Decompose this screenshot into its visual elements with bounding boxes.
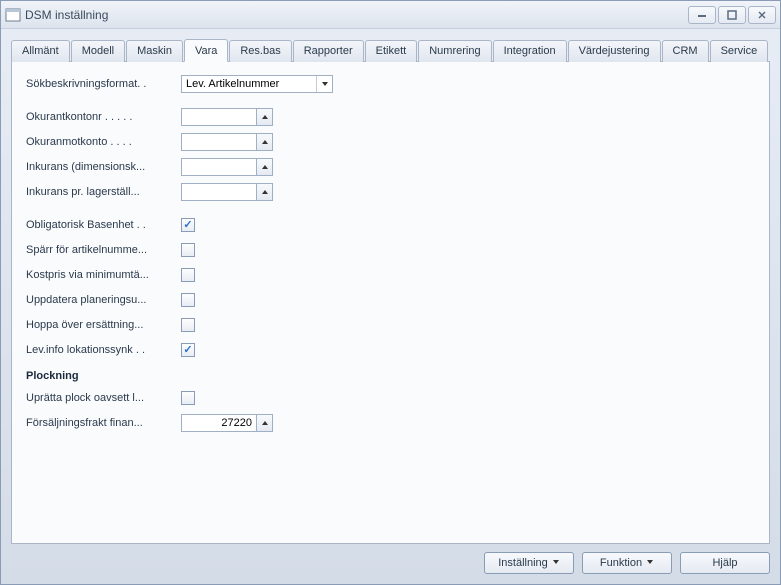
checkbox-kostpris-minimum[interactable]	[181, 268, 195, 282]
lookup-button[interactable]	[257, 133, 273, 151]
lookup-inkurans-dim	[181, 158, 273, 176]
funktion-label: Funktion	[600, 557, 642, 569]
checkbox-hoppa-ersattning[interactable]	[181, 318, 195, 332]
tab-rapporter[interactable]: Rapporter	[293, 40, 364, 62]
app-window: DSM inställning Allmänt Modell Maskin Va…	[0, 0, 781, 585]
checkbox-sparr-artikelnummer[interactable]	[181, 243, 195, 257]
close-button[interactable]	[748, 6, 776, 24]
combo-sokbeskrivning-value: Lev. Artikelnummer	[182, 78, 316, 90]
label-levinfo-lokation: Lev.info lokationssynk . .	[26, 344, 181, 356]
tab-crm[interactable]: CRM	[662, 40, 709, 62]
label-upratta-plock: Uprätta plock oavsett l...	[26, 392, 181, 404]
installing-button[interactable]: Inställning	[484, 552, 574, 574]
input-inkurans-lager[interactable]	[181, 183, 257, 201]
tab-resbas[interactable]: Res.bas	[229, 40, 291, 62]
app-icon	[5, 7, 21, 23]
chevron-down-icon	[552, 557, 560, 569]
tab-service[interactable]: Service	[710, 40, 769, 62]
tab-etikett[interactable]: Etikett	[365, 40, 418, 62]
checkbox-upratta-plock[interactable]	[181, 391, 195, 405]
label-okuranmotkonto: Okuranmotkonto . . . .	[26, 136, 181, 148]
section-plockning: Plockning	[26, 370, 755, 382]
combo-sokbeskrivning[interactable]: Lev. Artikelnummer	[181, 75, 333, 93]
maximize-button[interactable]	[718, 6, 746, 24]
chevron-down-icon	[646, 557, 654, 569]
tab-numrering[interactable]: Numrering	[418, 40, 491, 62]
tab-integration[interactable]: Integration	[493, 40, 567, 62]
lookup-button[interactable]	[257, 158, 273, 176]
tab-maskin[interactable]: Maskin	[126, 40, 183, 62]
lookup-button[interactable]	[257, 414, 273, 432]
hjalp-button[interactable]: Hjälp	[680, 552, 770, 574]
label-sparr-artikelnummer: Spärr för artikelnumme...	[26, 244, 181, 256]
content-area: Allmänt Modell Maskin Vara Res.bas Rappo…	[1, 29, 780, 584]
label-uppdatera-planering: Uppdatera planeringsu...	[26, 294, 181, 306]
minimize-button[interactable]	[688, 6, 716, 24]
label-hoppa-ersattning: Hoppa över ersättning...	[26, 319, 181, 331]
label-sokbeskrivning: Sökbeskrivningsformat. .	[26, 78, 181, 90]
tab-vara[interactable]: Vara	[184, 39, 228, 62]
label-forsaljningsfrakt: Försäljningsfrakt finan...	[26, 417, 181, 429]
tab-allmant[interactable]: Allmänt	[11, 40, 70, 62]
label-okurantkontonr: Okurantkontonr . . . . .	[26, 111, 181, 123]
lookup-button[interactable]	[257, 108, 273, 126]
lookup-okurantkontonr	[181, 108, 273, 126]
label-inkurans-lager: Inkurans pr. lagerställ...	[26, 186, 181, 198]
lookup-button[interactable]	[257, 183, 273, 201]
titlebar: DSM inställning	[1, 1, 780, 29]
window-title: DSM inställning	[25, 8, 686, 22]
hjalp-label: Hjälp	[712, 557, 737, 569]
lookup-okuranmotkonto	[181, 133, 273, 151]
input-okuranmotkonto[interactable]	[181, 133, 257, 151]
tab-modell[interactable]: Modell	[71, 40, 125, 62]
checkbox-obligatorisk-basenhet[interactable]	[181, 218, 195, 232]
checkbox-uppdatera-planering[interactable]	[181, 293, 195, 307]
tabstrip: Allmänt Modell Maskin Vara Res.bas Rappo…	[11, 40, 770, 62]
label-inkurans-dim: Inkurans (dimensionsk...	[26, 161, 181, 173]
checkbox-levinfo-lokation[interactable]	[181, 343, 195, 357]
installing-label: Inställning	[498, 557, 548, 569]
label-kostpris-minimum: Kostpris via minimumtä...	[26, 269, 181, 281]
funktion-button[interactable]: Funktion	[582, 552, 672, 574]
lookup-inkurans-lager	[181, 183, 273, 201]
bottom-toolbar: Inställning Funktion Hjälp	[11, 544, 770, 574]
input-forsaljningsfrakt[interactable]	[181, 414, 257, 432]
lookup-forsaljningsfrakt	[181, 414, 273, 432]
input-inkurans-dim[interactable]	[181, 158, 257, 176]
label-obligatorisk-basenhet: Obligatorisk Basenhet . .	[26, 219, 181, 231]
input-okurantkontonr[interactable]	[181, 108, 257, 126]
chevron-down-icon	[316, 76, 332, 92]
tab-panel-vara: Sökbeskrivningsformat. . Lev. Artikelnum…	[11, 61, 770, 544]
tab-vardejustering[interactable]: Värdejustering	[568, 40, 661, 62]
